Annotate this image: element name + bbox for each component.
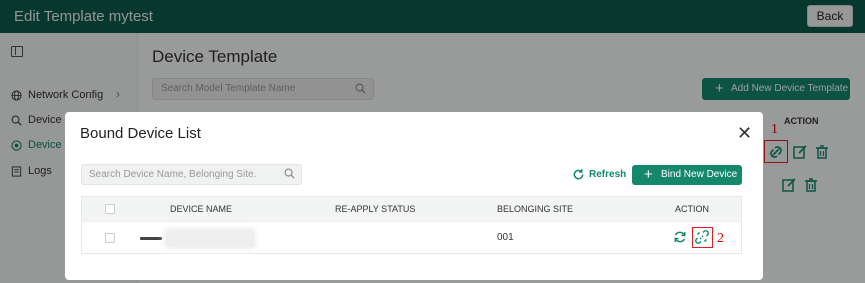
table-row: 001 2	[82, 221, 741, 254]
highlight-box	[692, 227, 713, 248]
table-header: DEVICE NAME RE-APPLY STATUS BELONGING SI…	[82, 197, 741, 221]
column-header-reapply-status: RE-APPLY STATUS	[335, 204, 416, 214]
select-all-checkbox[interactable]	[105, 204, 115, 214]
bind-new-device-button[interactable]: Bind New Device	[632, 165, 742, 185]
modal-title: Bound Device List	[80, 125, 201, 142]
refresh-icon	[573, 169, 584, 180]
device-search-input[interactable]: Search Device Name, Belonging Site.	[81, 164, 302, 185]
bound-device-list-modal: Bound Device List ✕ Search Device Name, …	[65, 112, 763, 280]
column-header-action: ACTION	[675, 204, 710, 214]
step-marker-2: 2	[717, 231, 724, 246]
device-name-cell	[166, 230, 254, 247]
close-icon[interactable]: ✕	[737, 124, 752, 142]
column-header-belonging-site: BELONGING SITE	[497, 204, 574, 214]
bound-device-table: DEVICE NAME RE-APPLY STATUS BELONGING SI…	[81, 196, 742, 254]
column-header-device-name: DEVICE NAME	[170, 204, 233, 214]
refresh-label: Refresh	[589, 169, 627, 180]
search-placeholder: Search Device Name, Belonging Site.	[89, 169, 257, 180]
search-icon	[284, 168, 295, 179]
reapply-icon[interactable]	[673, 230, 687, 244]
device-image	[140, 237, 162, 240]
row-checkbox[interactable]	[105, 233, 115, 243]
belonging-site-cell: 001	[497, 232, 514, 243]
